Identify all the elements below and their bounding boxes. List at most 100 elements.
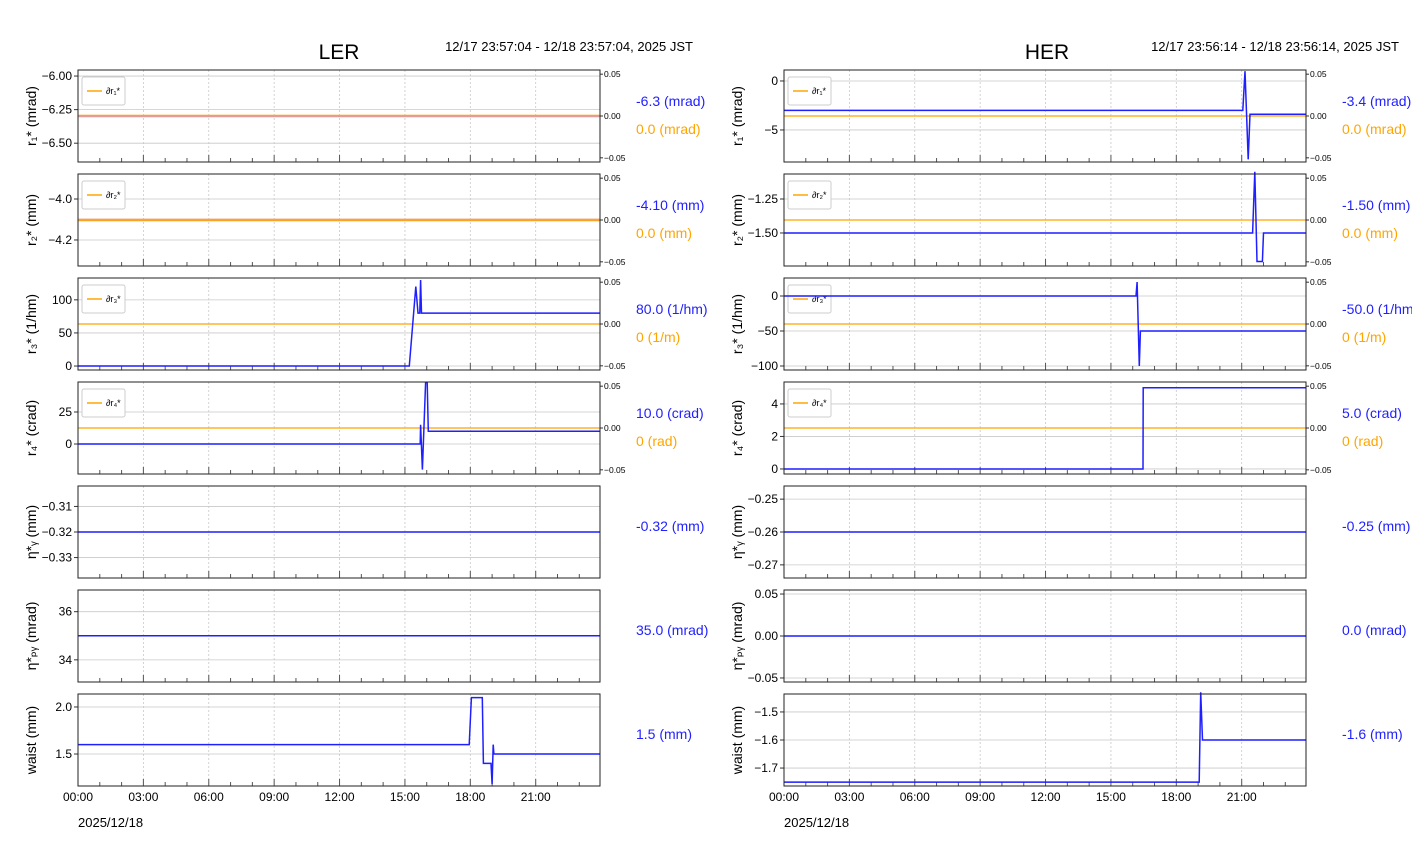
- y-tick-label: 0: [771, 289, 778, 303]
- signal-line: [78, 696, 600, 785]
- subplot: 0 −5 0.05 0.00 −0.05 ∂r₁* 0.0 (mrad) r₁* (mrad)…: [729, 69, 1411, 163]
- right-y-tick-label: 0.00: [604, 111, 621, 121]
- legend-label: ∂r₄*: [812, 398, 827, 408]
- ler-title: LER: [319, 41, 360, 64]
- legend-label: ∂r₄*: [106, 398, 121, 408]
- right-y-tick-label: 0.00: [604, 319, 621, 329]
- signal-line: [784, 692, 1306, 783]
- signal-readout: -3.4 (mrad): [1342, 93, 1411, 109]
- legend-label: ∂r₂*: [812, 190, 827, 200]
- her-x-date: 2025/12/18: [784, 815, 849, 830]
- signal-line: [784, 171, 1306, 263]
- x-tick-label: 06:00: [194, 790, 224, 804]
- subplot: −4.0 −4.2 0.05 0.00 −0.05 ∂r₂* 0.0 (mm) r₂* (mm…: [23, 173, 704, 267]
- signal-readout: 1.5 (mm): [636, 726, 692, 742]
- right-y-tick-label: 0.05: [1310, 381, 1327, 391]
- y-tick-label: 0: [65, 359, 72, 373]
- beam-parameter-figure: LER 12/17 23:57:04 - 12/18 23:57:04, 202…: [23, 39, 1412, 830]
- y-tick-label: 0: [65, 437, 72, 451]
- y-axis-label: r₃* (1/hm): [23, 294, 39, 354]
- correction-readout: 0.0 (mrad): [636, 121, 701, 137]
- signal-readout: -6.3 (mrad): [636, 93, 705, 109]
- legend-label: ∂r₂*: [106, 190, 121, 200]
- x-tick-label: 09:00: [965, 790, 995, 804]
- her-chart: 0 −5 0.05 0.00 −0.05 ∂r₁* 0.0 (mrad) r₁* (mrad)…: [729, 69, 1412, 804]
- x-tick-label: 06:00: [900, 790, 930, 804]
- right-y-tick-label: 0.05: [1310, 173, 1327, 183]
- x-tick-label: 00:00: [769, 790, 799, 804]
- subplot: 0−50−1000.050.00−0.05∂r₃*0 (1/m)r₃* (1/h…: [729, 277, 1412, 373]
- y-tick-label: −1.6: [754, 733, 778, 747]
- ler-time-range: 12/17 23:57:04 - 12/18 23:57:04, 2025 JS…: [445, 39, 693, 54]
- ler-chart: −6.00 −6.25 −6.50 0.05 0.00 −0.05 ∂r₁* 0.0 (mra…: [23, 69, 708, 804]
- y-tick-label: −1.5: [754, 705, 778, 719]
- correction-readout: 0.0 (mm): [636, 225, 692, 241]
- y-tick-label: −5: [764, 123, 778, 137]
- legend-label: ∂r₁*: [106, 86, 120, 96]
- y-tick-label: 0: [771, 462, 778, 476]
- right-y-tick-label: 0.00: [1310, 423, 1327, 433]
- right-y-tick-label: −0.05: [604, 465, 626, 475]
- y-tick-label: 36: [59, 605, 73, 619]
- x-tick-label: 00:00: [63, 790, 93, 804]
- y-axis-label: r₂* (mm): [23, 194, 39, 246]
- correction-readout: 0 (rad): [1342, 433, 1383, 449]
- signal-readout: -4.10 (mm): [636, 197, 704, 213]
- her-time-range: 12/17 23:56:14 - 12/18 23:56:14, 2025 JS…: [1151, 39, 1399, 54]
- signal-readout: -1.50 (mm): [1342, 197, 1410, 213]
- y-axis-label: r₃* (1/hm): [729, 294, 745, 354]
- y-tick-label: −6.25: [42, 103, 73, 117]
- y-tick-label: −0.33: [42, 551, 73, 565]
- y-tick-label: 0.05: [755, 587, 779, 601]
- x-tick-label: 18:00: [455, 790, 485, 804]
- y-axis-label: waist (mm): [729, 706, 745, 775]
- right-y-tick-label: 0.05: [604, 69, 621, 79]
- right-y-tick-label: 0.05: [604, 381, 621, 391]
- subplot: 0.05 0.00 −0.05η*ₚᵧ (mrad) 0.0 (mrad): [729, 587, 1407, 685]
- x-tick-label: 15:00: [1096, 790, 1126, 804]
- y-tick-label: 50: [59, 326, 73, 340]
- signal-readout: -50.0 (1/hm): [1342, 301, 1412, 317]
- subplot: 4 2 0 0.05 0.00 −0.05 ∂r₄* 0 (rad) r₄* (crad) 5.0…: [729, 381, 1402, 476]
- subplot: −0.25 −0.26 −0.27η*ᵧ (mm) -0.25 (mm): [729, 485, 1410, 579]
- right-y-tick-label: −0.05: [1310, 153, 1332, 163]
- y-tick-label: −100: [751, 359, 778, 373]
- x-tick-label: 12:00: [1031, 790, 1061, 804]
- right-y-tick-label: 0.00: [604, 423, 621, 433]
- y-tick-label: −4.2: [48, 233, 72, 247]
- x-tick-label: 15:00: [390, 790, 420, 804]
- her-title: HER: [1025, 41, 1069, 64]
- correction-readout: 0.0 (mm): [1342, 225, 1398, 241]
- subplot: −6.00 −6.25 −6.50 0.05 0.00 −0.05 ∂r₁* 0.0 (mra…: [23, 69, 705, 163]
- right-y-tick-label: 0.05: [1310, 277, 1327, 287]
- y-tick-label: −0.26: [748, 525, 779, 539]
- y-tick-label: −0.32: [42, 525, 73, 539]
- subplot: 100 50 0 0.05 0.00 −0.05 ∂r₃* 0 (1/m) r₃* (1/hm)…: [23, 277, 708, 373]
- signal-readout: 0.0 (mrad): [1342, 622, 1407, 638]
- x-tick-label: 03:00: [128, 790, 158, 804]
- y-tick-label: −4.0: [48, 192, 72, 206]
- y-tick-label: −0.27: [748, 558, 779, 572]
- signal-line: [784, 71, 1306, 160]
- y-tick-label: −1.25: [748, 192, 779, 206]
- correction-readout: 0 (1/m): [1342, 329, 1386, 345]
- y-axis-label: η*ₚᵧ (mrad): [23, 602, 39, 671]
- y-tick-label: 2: [771, 429, 778, 443]
- y-axis-label: η*ᵧ (mm): [729, 505, 745, 559]
- signal-line: [78, 381, 600, 470]
- signal-line: [78, 279, 600, 367]
- correction-readout: 0 (rad): [636, 433, 677, 449]
- right-y-tick-label: −0.05: [1310, 257, 1332, 267]
- subplot: −0.31 −0.32 −0.33η*ᵧ (mm) -0.32 (mm): [23, 485, 704, 579]
- y-axis-label: r₁* (mrad): [729, 86, 745, 146]
- right-y-tick-label: 0.05: [1310, 69, 1327, 79]
- y-tick-label: −50: [758, 324, 779, 338]
- right-y-tick-label: 0.00: [1310, 111, 1327, 121]
- y-tick-label: −6.00: [42, 69, 73, 83]
- y-tick-label: 4: [771, 397, 778, 411]
- y-axis-label: r₄* (crad): [729, 400, 745, 456]
- signal-readout: 35.0 (mrad): [636, 622, 708, 638]
- correction-readout: 0.0 (mrad): [1342, 121, 1407, 137]
- right-y-tick-label: −0.05: [604, 361, 626, 371]
- right-y-tick-label: 0.05: [604, 173, 621, 183]
